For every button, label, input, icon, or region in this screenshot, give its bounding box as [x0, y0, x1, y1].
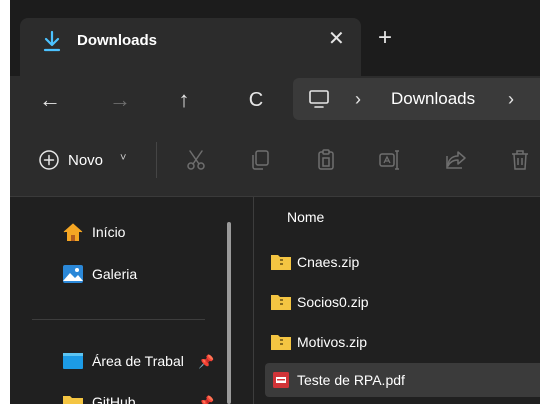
- copy-icon[interactable]: [248, 148, 272, 172]
- home-icon: [63, 223, 83, 241]
- command-divider: [156, 142, 157, 178]
- file-name: Teste de RPA.pdf: [297, 372, 405, 388]
- file-list: Nome Cnaes.zip Socios0.zip Motivos.zip T…: [254, 197, 540, 404]
- up-button[interactable]: ↑: [170, 86, 198, 114]
- column-header-name[interactable]: Nome: [287, 209, 324, 225]
- chevron-down-icon: ˅: [120, 152, 127, 164]
- forward-button[interactable]: →: [106, 86, 134, 114]
- breadcrumb-separator[interactable]: ›: [355, 89, 361, 110]
- pdf-icon: [273, 372, 289, 388]
- breadcrumb-separator[interactable]: ›: [508, 89, 514, 110]
- tab-bar: Downloads ✕ +: [10, 0, 540, 76]
- sidebar-divider: [32, 319, 205, 320]
- tab-title: Downloads: [77, 32, 158, 49]
- download-icon: [43, 30, 61, 52]
- file-name: Motivos.zip: [297, 334, 368, 350]
- sidebar-item-label: GitHub: [92, 394, 136, 404]
- file-explorer-window: Downloads ✕ + ← → ↑ C › Downloads › Novo: [10, 0, 540, 404]
- sidebar-scrollbar-thumb[interactable]: [227, 222, 231, 404]
- file-row[interactable]: Cnaes.zip: [265, 245, 540, 279]
- zip-folder-icon: [271, 335, 291, 350]
- file-row[interactable]: Socios0.zip: [265, 285, 540, 319]
- new-button-label: Novo: [68, 152, 104, 169]
- share-icon[interactable]: [444, 148, 468, 172]
- sidebar-item-label: Galeria: [92, 266, 138, 282]
- file-row[interactable]: Motivos.zip: [265, 325, 540, 359]
- navigation-pane: Início Galeria Área de Trabal 📌 GitHub 📌: [10, 197, 242, 404]
- rename-icon[interactable]: [378, 148, 402, 172]
- plus-circle-icon: [39, 150, 59, 170]
- close-tab-button[interactable]: ✕: [328, 29, 345, 49]
- refresh-button[interactable]: C: [242, 86, 270, 114]
- zip-folder-icon: [271, 295, 291, 310]
- navigation-bar: ← → ↑ C › Downloads ›: [10, 76, 540, 124]
- computer-icon[interactable]: [308, 89, 330, 109]
- pin-icon[interactable]: 📌: [198, 395, 214, 404]
- address-bar[interactable]: › Downloads ›: [293, 78, 540, 120]
- cut-icon[interactable]: [184, 148, 208, 172]
- back-button[interactable]: ←: [36, 86, 64, 114]
- tab-downloads[interactable]: Downloads ✕: [20, 18, 361, 76]
- new-tab-button[interactable]: +: [378, 26, 392, 50]
- desktop-icon: [63, 353, 83, 369]
- sidebar-item-label: Área de Trabal: [92, 353, 184, 369]
- paste-icon[interactable]: [314, 148, 338, 172]
- breadcrumb-downloads[interactable]: Downloads: [391, 89, 475, 109]
- delete-icon[interactable]: [508, 148, 532, 172]
- pin-icon[interactable]: 📌: [198, 354, 214, 370]
- file-row[interactable]: Teste de RPA.pdf: [265, 363, 540, 397]
- gallery-icon: [63, 265, 83, 283]
- file-name: Cnaes.zip: [297, 254, 360, 270]
- zip-folder-icon: [271, 255, 291, 270]
- file-name: Socios0.zip: [297, 294, 369, 310]
- folder-icon: [63, 396, 83, 404]
- sidebar-item-label: Início: [92, 224, 126, 240]
- command-bar: Novo ˅: [10, 124, 540, 197]
